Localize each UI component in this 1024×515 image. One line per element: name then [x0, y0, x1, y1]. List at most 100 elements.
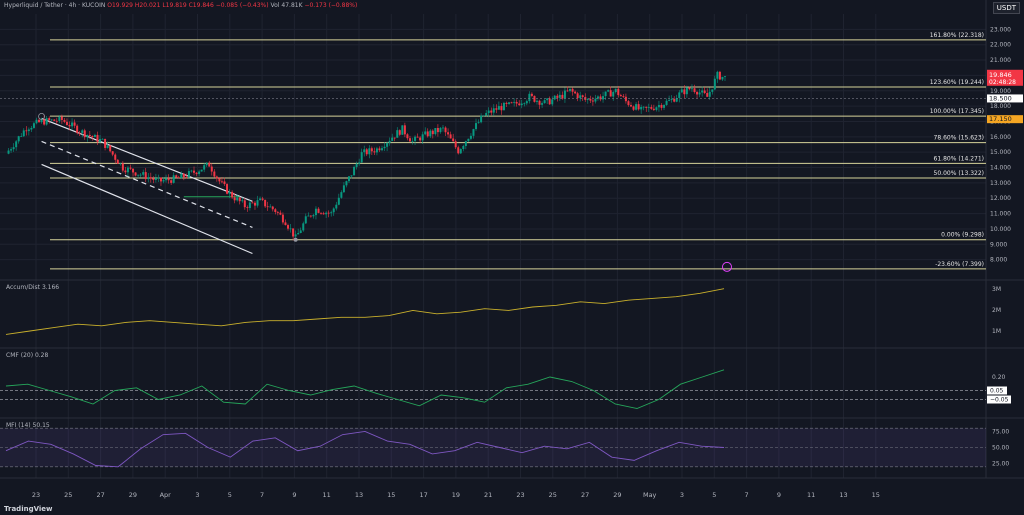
fib-level-label: -23.60% (7.399) [935, 261, 984, 268]
candle-body [233, 197, 236, 201]
candle-body [93, 134, 96, 138]
candle-body [541, 103, 544, 105]
candle-body [690, 88, 693, 90]
candle-body [101, 138, 104, 140]
candle-body [25, 130, 28, 132]
candle-body [701, 90, 704, 93]
candle-body [35, 119, 38, 124]
candle-body [396, 130, 399, 138]
candle-body [447, 132, 450, 135]
candle-body [556, 95, 559, 98]
candle-body [317, 208, 320, 213]
candle-body [589, 98, 592, 101]
candle-body [259, 198, 262, 201]
candle-body [449, 134, 452, 139]
candle-body [475, 123, 478, 130]
candle-body [713, 78, 716, 90]
candle-body [419, 137, 422, 141]
candle-body [591, 100, 594, 102]
mfi-legend: MFI (14) 50.15 [6, 422, 50, 429]
candle-body [71, 122, 74, 127]
candle-body [459, 149, 462, 154]
candle-body [58, 116, 61, 121]
chart-canvas[interactable]: 23 25 27 29 Apr 3 5 7 9 11 13 15 17 19 21 23 25 27 29 May 3 5… [0, 0, 1024, 515]
candle-body [223, 181, 226, 185]
x-tick-label: 23 [32, 491, 40, 499]
candle-body [637, 104, 640, 110]
candle-body [635, 104, 638, 110]
candle-body [99, 139, 102, 142]
candle-body [363, 149, 366, 153]
candle-body [198, 171, 201, 175]
candle-body [472, 129, 475, 136]
candle-body [581, 95, 584, 97]
fib-level-label: 78.60% (15.623) [934, 135, 984, 142]
candle-body [530, 93, 533, 96]
fib-price-value: 17.150 [989, 115, 1012, 123]
candle-body [444, 127, 447, 133]
candle-body [563, 90, 566, 99]
candle-body [246, 207, 249, 209]
candle-body [546, 98, 549, 101]
cmf-y-tick: −0.05 [990, 397, 1009, 404]
candle-body [650, 107, 653, 109]
candle-body [320, 212, 323, 214]
candle-body [119, 163, 122, 165]
x-tick-label: 9 [292, 491, 296, 499]
candle-body [187, 171, 190, 178]
candle-body [576, 93, 579, 99]
cmf-y-tick: 0.20 [992, 374, 1006, 381]
candle-body [652, 108, 655, 110]
candle-body [203, 165, 206, 170]
x-tick-label: 19 [452, 491, 460, 499]
candle-body [22, 130, 25, 137]
candle-body [408, 138, 411, 142]
candle-body [424, 131, 427, 135]
candle-body [373, 151, 376, 153]
candle-body [678, 92, 681, 98]
candle-body [172, 175, 175, 183]
candle-body [355, 163, 358, 167]
cmf-legend: CMF (20) 0.28 [6, 352, 48, 359]
candle-body [20, 136, 23, 137]
candle-body [309, 215, 312, 217]
candle-body [269, 206, 272, 208]
candle-body [347, 176, 350, 182]
accum-y-tick: 2M [992, 307, 1001, 314]
candle-body [91, 136, 94, 138]
candle-body [500, 106, 503, 111]
candle-body [104, 138, 107, 148]
candle-body [683, 89, 686, 95]
candle-body [696, 91, 699, 95]
candle-body [193, 170, 196, 173]
candle-body [706, 93, 709, 97]
candle-body [386, 142, 389, 147]
candle-body [53, 119, 56, 121]
candle-body [266, 206, 269, 208]
candle-body [86, 134, 89, 138]
candle-body [304, 216, 307, 224]
candle-body [248, 202, 251, 209]
candle-body [109, 145, 112, 152]
candle-body [525, 101, 528, 104]
candle-body [142, 172, 145, 175]
candle-body [538, 100, 541, 105]
candle-body [645, 106, 648, 108]
candle-body [464, 141, 467, 147]
candle-body [121, 163, 124, 171]
x-tick-label: 3 [680, 491, 684, 499]
candle-body [159, 177, 162, 182]
candle-body [337, 197, 340, 205]
candle-body [495, 108, 498, 110]
candle-body [629, 105, 632, 107]
candle-body [685, 87, 688, 95]
candle-body [134, 172, 137, 176]
candle-body [482, 115, 485, 117]
candle-body [210, 166, 213, 172]
candle-body [716, 71, 719, 79]
candle-body [180, 173, 183, 179]
candle-body [431, 130, 434, 135]
candle-body [477, 122, 480, 124]
candle-body [114, 154, 117, 160]
candle-body [609, 90, 612, 97]
